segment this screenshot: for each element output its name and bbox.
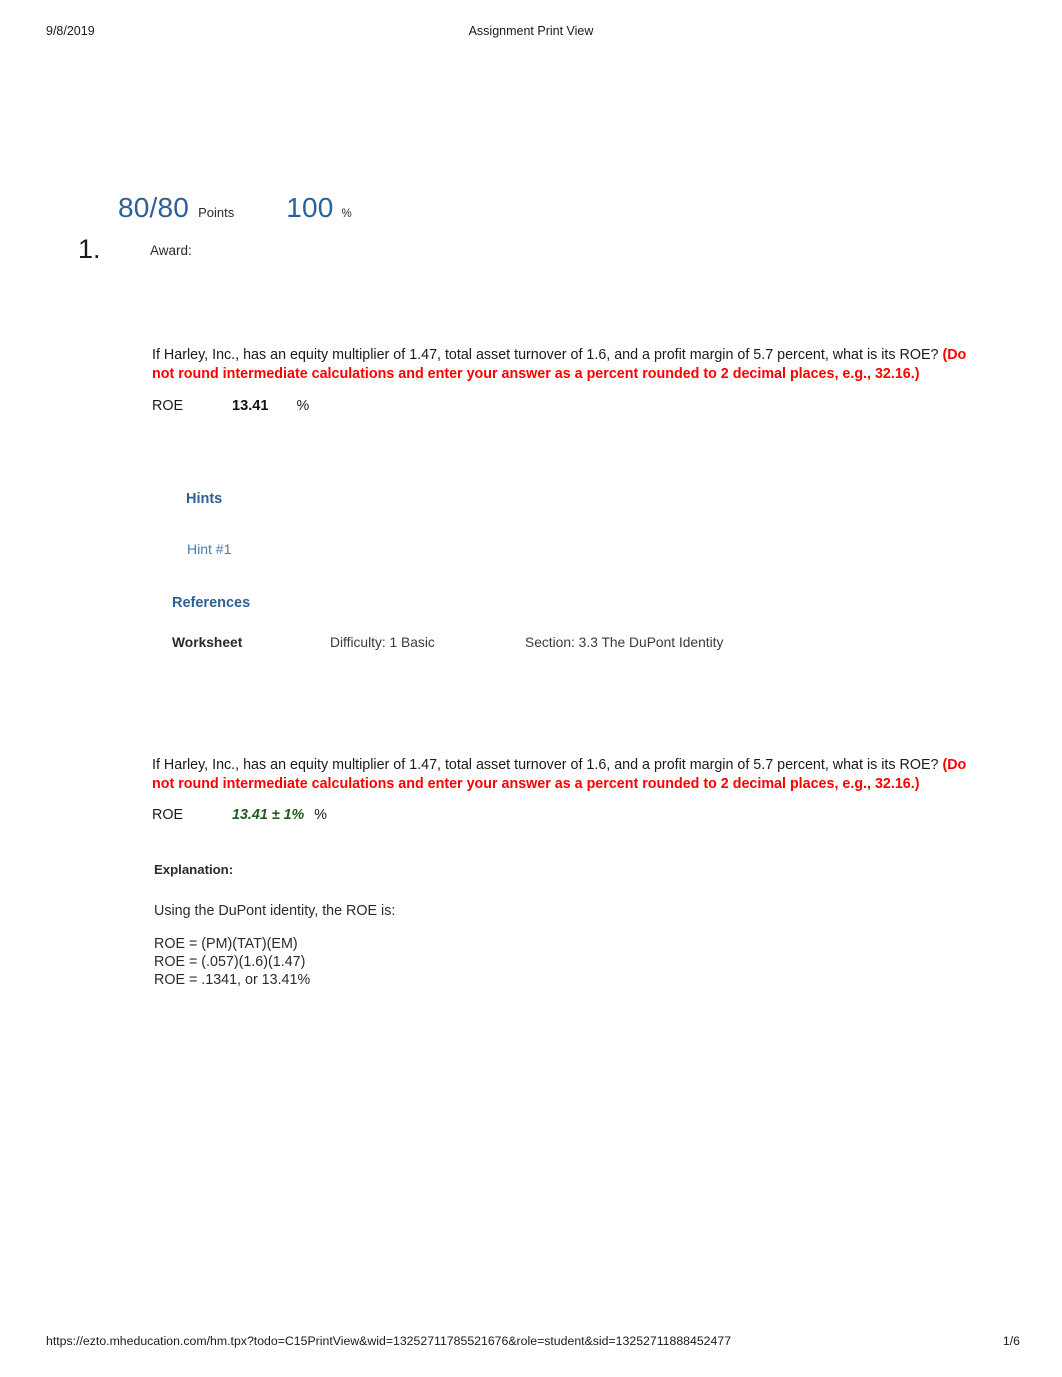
reference-section: Section: 3.3 The DuPont Identity — [525, 635, 724, 650]
references-meta-row: Worksheet Difficulty: 1 Basic Section: 3.3… — [172, 635, 872, 650]
references-heading: References — [172, 595, 251, 611]
question-prompt-main-text-key: If Harley, Inc., has an equity multiplie… — [152, 757, 943, 773]
explanation-intro: Using the DuPont identity, the ROE is: — [154, 903, 396, 919]
award-label: Award: — [150, 243, 192, 258]
page-number: 1/6 — [1002, 1334, 1020, 1348]
answer-unit-percent-key: % — [314, 807, 327, 823]
reference-worksheet: Worksheet — [172, 635, 243, 650]
explanation-line-3: ROE = .1341, or 13.41% — [154, 971, 311, 988]
hints-heading: Hints — [186, 491, 223, 507]
score-summary: 80/80 Points 100 % — [118, 192, 352, 224]
explanation-heading: Explanation: — [154, 862, 234, 877]
question-prompt-student: If Harley, Inc., has an equity multiplie… — [152, 346, 990, 384]
points-earned: 80/80 — [118, 192, 190, 223]
points-label: Points — [198, 205, 235, 220]
answer-value-key: 13.41 ± 1% — [232, 807, 305, 823]
explanation-line-1: ROE = (PM)(TAT)(EM) — [154, 936, 298, 952]
print-view-title: Assignment Print View — [468, 24, 594, 38]
explanation-line-2: ROE = (.057)(1.6)(1.47) — [154, 953, 306, 970]
percent-score: 100 — [286, 192, 334, 223]
reference-difficulty: Difficulty: 1 Basic — [330, 635, 435, 650]
print-header: 9/8/2019 Assignment Print View — [0, 24, 1062, 42]
answer-row-student: ROE 13.41 % — [152, 398, 309, 414]
assignment-print-page: 9/8/2019 Assignment Print View 80/80 Poi… — [0, 0, 1062, 1377]
answer-unit-percent: % — [296, 398, 310, 414]
question-prompt-key: If Harley, Inc., has an equity multiplie… — [152, 756, 990, 794]
answer-label-roe: ROE — [152, 398, 183, 414]
question-number: 1. — [78, 234, 101, 264]
hint-1-link[interactable]: Hint #1 — [187, 541, 231, 557]
percent-sign: % — [341, 208, 352, 220]
print-footer: https://ezto.mheducation.com/hm.tpx?todo… — [0, 1334, 1062, 1352]
answer-label-roe-key: ROE — [152, 807, 183, 823]
explanation-work: ROE = (PM)(TAT)(EM) ROE = (.057)(1.6)(1.… — [154, 936, 310, 989]
source-url: https://ezto.mheducation.com/hm.tpx?todo… — [46, 1334, 732, 1348]
answer-row-key: ROE 13.41 ± 1% % — [152, 807, 327, 823]
question-prompt-main-text: If Harley, Inc., has an equity multiplie… — [152, 347, 943, 363]
answer-value-student: 13.41 — [232, 398, 269, 414]
